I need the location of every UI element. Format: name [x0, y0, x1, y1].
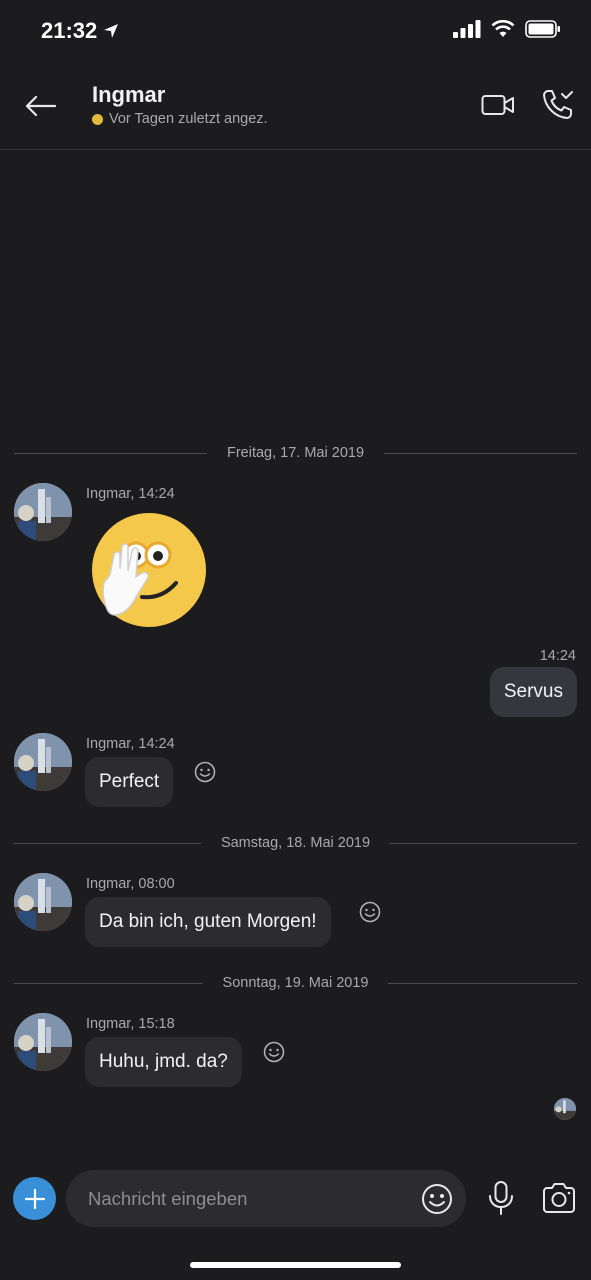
avatar[interactable] — [14, 733, 72, 791]
date-separator: Sonntag, 19. Mai 2019 — [14, 973, 578, 993]
message-text: Huhu, jmd. da? — [99, 1051, 228, 1072]
home-indicator[interactable] — [190, 1262, 401, 1268]
incoming-message-bubble[interactable]: Perfect — [85, 757, 174, 807]
clock-text: 21:32 — [41, 18, 98, 43]
read-receipt-avatar — [554, 1098, 576, 1120]
contact-photo-icon — [14, 1013, 72, 1071]
message-meta: Ingmar, 14:24 — [86, 736, 175, 752]
message-composer — [66, 1170, 466, 1227]
message-input[interactable] — [88, 1170, 408, 1227]
contact-photo-icon — [554, 1098, 576, 1120]
waving-face-sticker[interactable] — [90, 511, 208, 629]
avatar[interactable] — [14, 1013, 72, 1071]
add-reaction-button[interactable] — [358, 900, 382, 924]
message-meta: Ingmar, 08:00 — [86, 876, 175, 892]
add-attachment-button[interactable] — [13, 1177, 56, 1220]
cellular-signal-icon — [453, 20, 481, 38]
outgoing-message-bubble[interactable]: Servus — [489, 667, 577, 717]
location-arrow-icon — [104, 24, 119, 38]
message-time: 14:24 — [539, 648, 576, 664]
microphone-icon — [489, 1181, 513, 1215]
avatar[interactable] — [14, 873, 72, 931]
contact-photo-icon — [14, 483, 72, 541]
status-bar-indicators — [453, 20, 561, 38]
contact-photo-icon — [14, 733, 72, 791]
message-text: Da bin ich, guten Morgen! — [99, 911, 317, 932]
incoming-message-bubble[interactable]: Da bin ich, guten Morgen! — [85, 897, 331, 947]
date-separator: Freitag, 17. Mai 2019 — [14, 443, 577, 463]
emoji-button[interactable] — [420, 1182, 454, 1216]
date-label: Freitag, 17. Mai 2019 — [226, 445, 365, 461]
message-meta: Ingmar, 15:18 — [86, 1016, 175, 1032]
waving-emoji-icon — [92, 513, 206, 627]
back-arrow-icon — [25, 95, 56, 117]
contact-photo-icon — [14, 873, 72, 931]
contact-name[interactable]: Ingmar — [92, 82, 165, 108]
wifi-icon — [491, 20, 515, 37]
emoji-icon — [422, 1184, 452, 1214]
add-reaction-button[interactable] — [262, 1040, 286, 1064]
camera-button[interactable] — [540, 1180, 578, 1216]
message-text: Perfect — [99, 771, 160, 792]
message-meta: Ingmar, 14:24 — [86, 486, 175, 502]
video-call-icon — [481, 95, 514, 115]
away-status-dot — [92, 113, 103, 125]
date-label: Sonntag, 19. Mai 2019 — [222, 975, 369, 991]
voice-message-button[interactable] — [484, 1178, 518, 1218]
plus-icon — [24, 1188, 45, 1209]
message-text: Servus — [503, 681, 563, 702]
date-label: Samstag, 18. Mai 2019 — [220, 835, 371, 851]
incoming-message-bubble[interactable]: Huhu, jmd. da? — [85, 1037, 242, 1087]
back-button[interactable] — [22, 88, 58, 124]
avatar[interactable] — [14, 483, 72, 541]
add-reaction-button[interactable] — [193, 760, 217, 784]
phone-call-button[interactable] — [540, 86, 576, 124]
phone-call-icon — [543, 90, 573, 119]
smiley-reaction-icon — [263, 1041, 285, 1063]
battery-icon — [525, 20, 560, 38]
smiley-reaction-icon — [359, 901, 381, 923]
presence-status: Vor Tagen zuletzt angez. — [92, 111, 268, 127]
status-bar-time: 21:32 — [41, 18, 119, 44]
presence-text: Vor Tagen zuletzt angez. — [109, 111, 268, 127]
smiley-reaction-icon — [194, 761, 216, 783]
date-separator: Samstag, 18. Mai 2019 — [14, 833, 577, 853]
video-call-button[interactable] — [480, 90, 516, 120]
camera-icon — [543, 1183, 575, 1213]
